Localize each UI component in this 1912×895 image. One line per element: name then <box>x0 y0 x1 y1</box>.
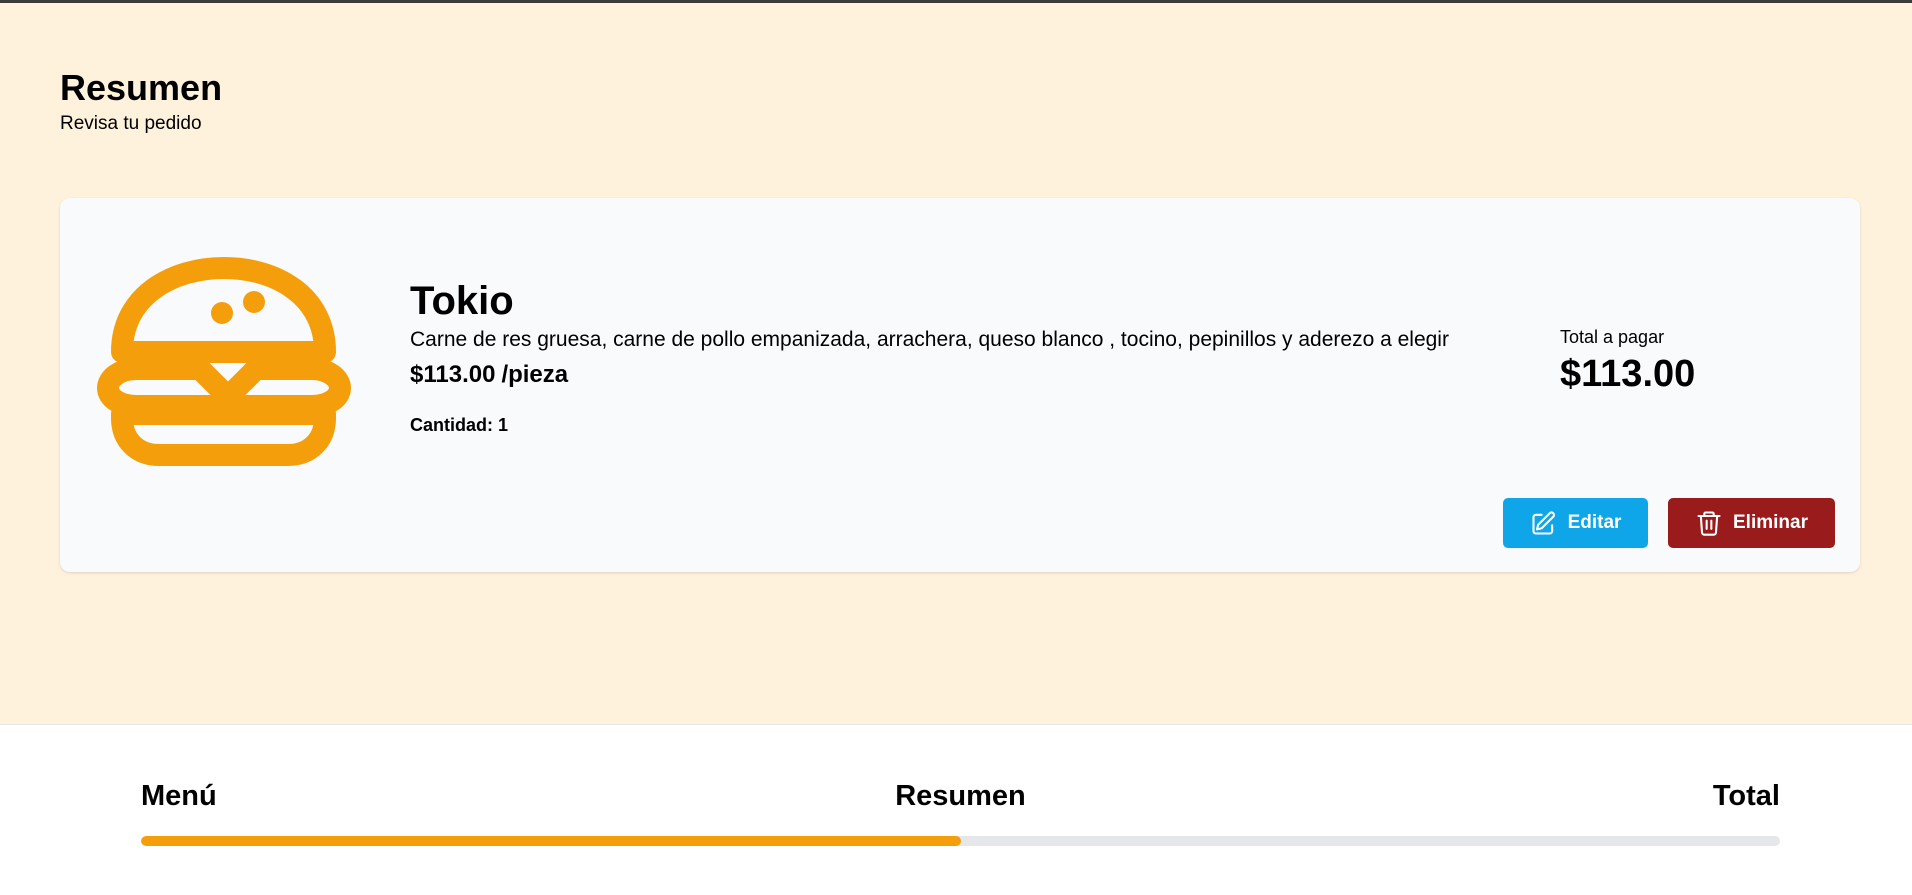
page-subtitle: Revisa tu pedido <box>60 113 202 134</box>
page-title: Resumen <box>60 67 223 108</box>
item-price: $113.00/pieza <box>410 360 1449 390</box>
item-price-unit: /pieza <box>501 361 569 388</box>
trash-icon <box>1697 511 1721 536</box>
delete-button-label: Eliminar <box>1733 512 1808 533</box>
edit-button-label: Editar <box>1567 512 1622 533</box>
order-item-card: Tokio Carne de res gruesa, carne de poll… <box>60 198 1860 572</box>
progress-bar-fill <box>141 836 961 846</box>
item-price-value: $113.00 <box>410 361 496 388</box>
step-menu[interactable]: Menú <box>141 779 217 813</box>
item-quantity: Cantidad: 1 <box>410 414 1449 436</box>
step-resumen[interactable]: Resumen <box>895 779 1026 813</box>
item-total: Total a pagar $113.00 <box>1560 326 1695 396</box>
quantity-label: Cantidad: <box>410 415 493 435</box>
item-description: Carne de res gruesa, carne de pollo empa… <box>410 328 1449 351</box>
total-label: Total a pagar <box>1560 327 1665 347</box>
pencil-square-icon <box>1532 511 1555 535</box>
progress-bar <box>141 836 1780 846</box>
progress-steps: Menú Resumen Total <box>141 779 1780 812</box>
item-name: Tokio <box>410 279 514 323</box>
edit-button[interactable]: Editar <box>1503 498 1648 548</box>
burger-icon <box>97 257 351 466</box>
quantity-value: 1 <box>498 415 509 435</box>
step-total[interactable]: Total <box>1713 779 1780 813</box>
total-amount: $113.00 <box>1560 353 1696 395</box>
top-border <box>0 0 1912 3</box>
delete-button[interactable]: Eliminar <box>1668 498 1835 548</box>
page-header: Resumen Revisa tu pedido <box>60 66 222 136</box>
item-info: Tokio Carne de res gruesa, carne de poll… <box>410 278 1449 436</box>
progress-footer: Menú Resumen Total <box>0 724 1912 895</box>
